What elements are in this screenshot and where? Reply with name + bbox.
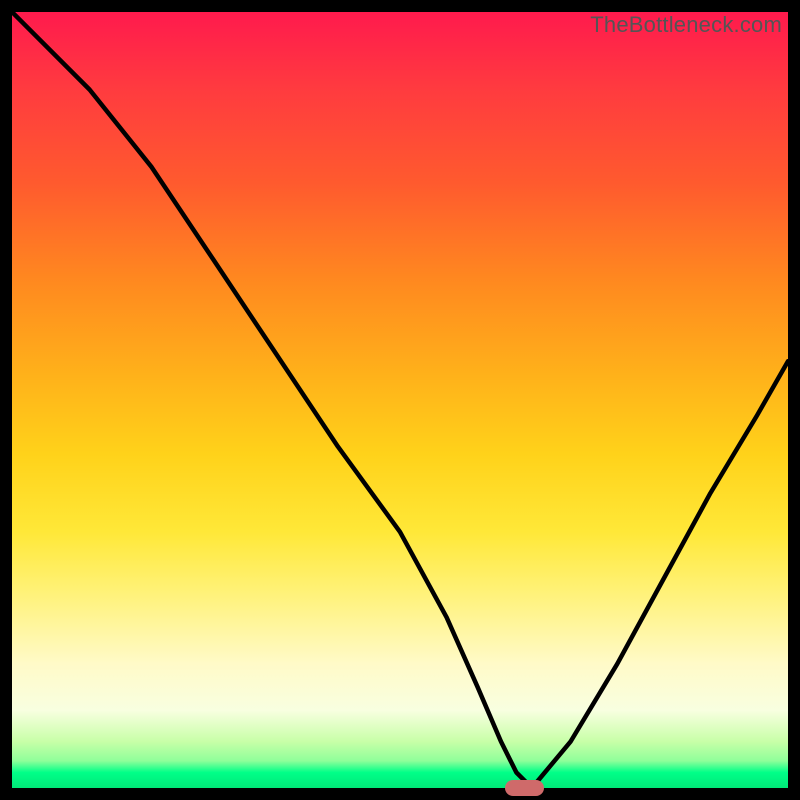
curve-path [12,12,788,788]
chart-plot-area: TheBottleneck.com [12,12,788,788]
optimal-marker [505,780,544,796]
bottleneck-curve [12,12,788,788]
chart-frame: TheBottleneck.com [0,0,800,800]
